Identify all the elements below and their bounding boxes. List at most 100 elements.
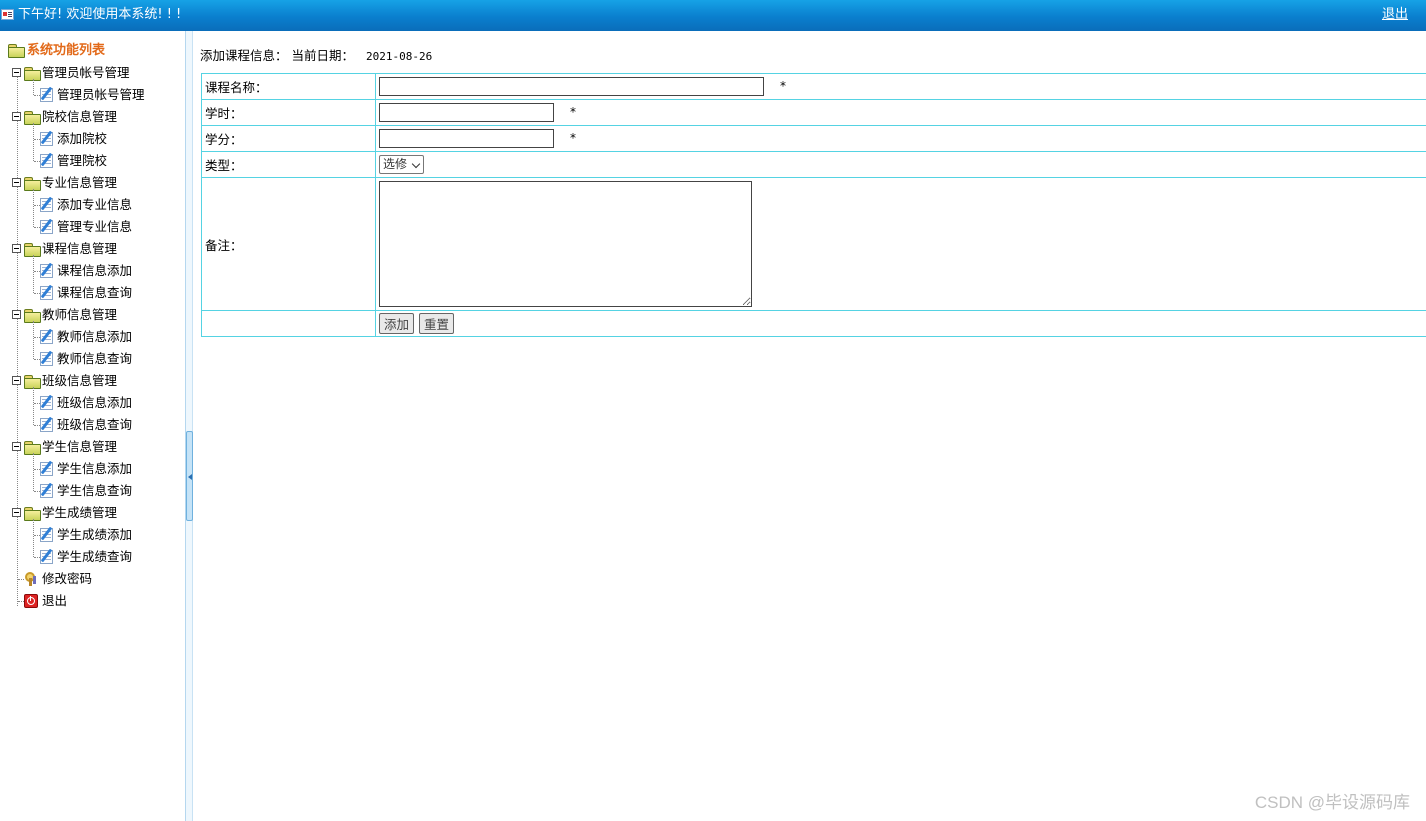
sidebar-item[interactable]: 学生信息添加	[0, 458, 186, 480]
sidebar-item-label: 课程信息添加	[57, 263, 133, 278]
main-content: 添加课程信息： 当前日期： 2021-08-26 课程名称： * 学时： * 学…	[194, 31, 1426, 821]
sidebar-item-label: 课程信息查询	[57, 285, 133, 300]
sidebar-item-label: 班级信息查询	[57, 417, 133, 432]
sidebar-group[interactable]: 班级信息管理	[0, 370, 186, 392]
credit-label: 学分：	[201, 125, 376, 152]
sidebar-item[interactable]: 课程信息添加	[0, 260, 186, 282]
sidebar-item-label: 管理院校	[57, 153, 108, 168]
sidebar-item-label: 学生信息添加	[57, 461, 133, 476]
edit-page-icon	[40, 352, 53, 366]
course-name-cell: *	[375, 73, 1426, 100]
type-cell: 选修	[375, 151, 1426, 178]
hours-cell: *	[375, 99, 1426, 126]
folder-open-icon	[24, 177, 41, 191]
sidebar-item-label: 教师信息查询	[57, 351, 133, 366]
collapse-toggle-icon[interactable]	[12, 178, 21, 187]
folder-open-icon	[24, 441, 41, 455]
sidebar-item[interactable]: 管理专业信息	[0, 216, 186, 238]
edit-page-icon	[40, 286, 53, 300]
hours-input[interactable]	[379, 103, 554, 122]
collapse-toggle-icon[interactable]	[12, 112, 21, 121]
folder-open-icon	[24, 67, 41, 81]
sidebar-group[interactable]: 管理员帐号管理	[0, 62, 186, 84]
sidebar-item[interactable]: 添加院校	[0, 128, 186, 150]
remark-textarea[interactable]	[379, 181, 752, 307]
type-select[interactable]: 选修	[379, 155, 425, 174]
date-label: 当前日期：	[291, 48, 355, 63]
sidebar-group-label: 课程信息管理	[42, 241, 118, 256]
sidebar-group-label: 教师信息管理	[42, 307, 118, 322]
edit-page-icon	[40, 330, 53, 344]
add-button[interactable]: 添加	[379, 313, 415, 334]
date-value: 2021-08-26	[366, 50, 433, 63]
sidebar-item-label: 学生成绩查询	[57, 549, 133, 564]
collapse-sidebar-icon[interactable]	[186, 431, 193, 521]
sidebar-item-label: 教师信息添加	[57, 329, 133, 344]
course-name-label: 课程名称：	[201, 73, 376, 100]
credit-row: 学分： *	[201, 125, 1426, 152]
collapse-toggle-icon[interactable]	[12, 442, 21, 451]
watermark: CSDN @毕设源码库	[1254, 793, 1410, 812]
sidebar-item-label: 学生成绩添加	[57, 527, 133, 542]
sidebar-item[interactable]: 学生成绩查询	[0, 546, 186, 568]
sidebar-group-label: 专业信息管理	[42, 175, 118, 190]
sidebar-group[interactable]: 教师信息管理	[0, 304, 186, 326]
sidebar-item[interactable]: 管理院校	[0, 150, 186, 172]
top-bar: 下午好! 欢迎使用本系统! ! ! 退出	[0, 0, 1426, 31]
change-password-item[interactable]: 修改密码	[0, 568, 186, 590]
keys-icon	[24, 572, 38, 586]
sidebar-item[interactable]: 添加专业信息	[0, 194, 186, 216]
course-name-row: 课程名称： *	[201, 73, 1426, 100]
top-logout-link[interactable]: 退出	[1382, 7, 1408, 23]
edit-page-icon	[40, 528, 53, 542]
collapse-toggle-icon[interactable]	[12, 244, 21, 253]
sidebar-item-label: 班级信息添加	[57, 395, 133, 410]
sidebar-group-label: 班级信息管理	[42, 373, 118, 388]
sidebar-group[interactable]: 专业信息管理	[0, 172, 186, 194]
sidebar-item[interactable]: 学生成绩添加	[0, 524, 186, 546]
edit-page-icon	[40, 550, 53, 564]
sidebar-group[interactable]: 学生成绩管理	[0, 502, 186, 524]
edit-page-icon	[40, 396, 53, 410]
folder-open-icon	[8, 44, 25, 58]
exit-label: 退出	[42, 593, 68, 608]
sidebar-group[interactable]: 课程信息管理	[0, 238, 186, 260]
sidebar-group-label: 学生信息管理	[42, 439, 118, 454]
sidebar: 系统功能列表 管理员帐号管理 管理员帐号管理 院校信息管理 添加院校 管理院校 专业信息管…	[0, 31, 186, 821]
folder-open-icon	[24, 111, 41, 125]
sidebar-item[interactable]: 学生信息查询	[0, 480, 186, 502]
exit-item[interactable]: 退出	[0, 590, 186, 612]
sidebar-item[interactable]: 管理员帐号管理	[0, 84, 186, 106]
reset-button[interactable]: 重置	[419, 313, 455, 334]
collapse-toggle-icon[interactable]	[12, 68, 21, 77]
edit-page-icon	[40, 220, 53, 234]
credit-input[interactable]	[379, 129, 554, 148]
power-icon	[24, 594, 38, 608]
sidebar-item[interactable]: 班级信息查询	[0, 414, 186, 436]
sidebar-item-label: 管理专业信息	[57, 219, 133, 234]
sidebar-item[interactable]: 班级信息添加	[0, 392, 186, 414]
sidebar-group-label: 院校信息管理	[42, 109, 118, 124]
button-row: 添加 重置	[201, 310, 1426, 337]
type-row: 类型： 选修	[201, 151, 1426, 178]
folder-open-icon	[24, 243, 41, 257]
credit-cell: *	[375, 125, 1426, 152]
sidebar-splitter[interactable]	[185, 31, 193, 821]
edit-page-icon	[40, 154, 53, 168]
course-name-input[interactable]	[379, 77, 764, 96]
sidebar-group[interactable]: 院校信息管理	[0, 106, 186, 128]
button-cell: 添加 重置	[375, 310, 1426, 337]
sidebar-item-label: 添加院校	[57, 131, 108, 146]
required-mark: *	[779, 79, 786, 93]
required-mark: *	[569, 131, 576, 145]
collapse-toggle-icon[interactable]	[12, 508, 21, 517]
edit-page-icon	[40, 132, 53, 146]
sidebar-item[interactable]: 教师信息查询	[0, 348, 186, 370]
collapse-toggle-icon[interactable]	[12, 310, 21, 319]
sidebar-item[interactable]: 教师信息添加	[0, 326, 186, 348]
sidebar-group[interactable]: 学生信息管理	[0, 436, 186, 458]
collapse-toggle-icon[interactable]	[12, 376, 21, 385]
required-mark: *	[569, 105, 576, 119]
hours-row: 学时： *	[201, 99, 1426, 126]
sidebar-item[interactable]: 课程信息查询	[0, 282, 186, 304]
